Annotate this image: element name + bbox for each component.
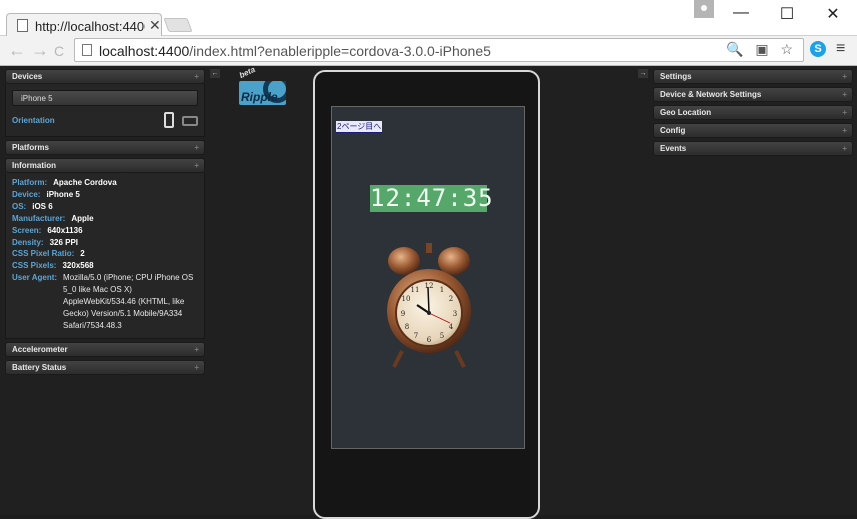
logo-name: Ripple: [241, 90, 278, 104]
device-frame: 2ページ目へ 12:47:35 12 1 2 3 4 5 6 7 8 9 10 …: [313, 70, 540, 519]
reload-button[interactable]: C: [54, 43, 64, 59]
svg-text:5: 5: [440, 332, 444, 340]
orientation-label: Orientation: [12, 116, 55, 125]
geo-location-header[interactable]: Geo Location +: [653, 105, 853, 120]
expand-icon[interactable]: +: [194, 143, 199, 152]
browser-toolbar: ← → C localhost:4400/index.html?enableri…: [0, 36, 857, 66]
svg-text:6: 6: [427, 336, 432, 344]
expand-icon[interactable]: +: [194, 345, 199, 354]
tab-close-icon[interactable]: ✕: [149, 17, 161, 34]
events-header[interactable]: Events +: [653, 141, 853, 156]
info-row: Device: iPhone 5: [12, 189, 80, 199]
devices-header[interactable]: Devices +: [5, 69, 205, 84]
info-row: Screen: 640x1136: [12, 225, 83, 235]
portrait-icon[interactable]: [164, 112, 174, 128]
svg-text:3: 3: [453, 310, 457, 318]
browser-tab[interactable]: http://localhost:4400 ✕: [6, 13, 162, 37]
svg-text:7: 7: [414, 332, 418, 340]
url-text: localhost:4400/index.html?enableripple=c…: [99, 43, 491, 59]
page-icon: [17, 19, 28, 32]
info-row: Density: 326 PPI: [12, 237, 79, 247]
page-icon: [82, 44, 92, 56]
info-row: CSS Pixel Ratio: 2: [12, 249, 85, 259]
skype-extension-icon[interactable]: S: [810, 41, 826, 57]
device-network-settings-header[interactable]: Device & Network Settings +: [653, 87, 853, 102]
browser-titlebar: http://localhost:4400 ✕ — ☐ ✕: [0, 0, 857, 37]
information-section: Platform: Apache Cordova Device: iPhone 5 …: [5, 173, 205, 339]
address-bar[interactable]: localhost:4400/index.html?enableripple=c…: [74, 38, 804, 62]
new-tab-button[interactable]: [163, 18, 193, 32]
info-row: Manufacturer: Apple: [12, 213, 94, 223]
svg-text:8: 8: [405, 323, 409, 331]
accelerometer-header[interactable]: Accelerometer +: [5, 341, 205, 357]
forward-button[interactable]: →: [31, 40, 49, 61]
ripple-emulator: Devices + iPhone 5 Orientation Platforms +…: [0, 64, 857, 519]
expand-icon[interactable]: +: [842, 72, 847, 81]
expand-icon[interactable]: +: [842, 108, 847, 117]
info-row: CSS Pixels: 320x568: [12, 261, 94, 271]
expand-icon[interactable]: +: [842, 90, 847, 99]
tab-title: http://localhost:4400: [35, 19, 145, 34]
user-profile-icon[interactable]: [694, 0, 714, 18]
devices-section: iPhone 5 Orientation: [5, 84, 205, 137]
svg-text:12: 12: [425, 282, 434, 290]
collapse-left-arrow-icon[interactable]: ←: [210, 69, 220, 78]
menu-icon[interactable]: ≡: [836, 40, 845, 58]
svg-text:4: 4: [449, 323, 454, 331]
info-row: OS: iOS 6: [12, 201, 53, 211]
expand-icon[interactable]: +: [842, 126, 847, 135]
device-select[interactable]: iPhone 5: [12, 90, 198, 106]
svg-text:2: 2: [449, 295, 453, 303]
svg-text:9: 9: [401, 310, 405, 318]
information-header[interactable]: Information +: [5, 158, 205, 173]
config-header[interactable]: Config +: [653, 123, 853, 138]
minimize-button[interactable]: —: [718, 4, 764, 22]
info-row: Platform: Apache Cordova: [12, 178, 117, 187]
maximize-button[interactable]: ☐: [764, 4, 810, 24]
device-screen: 2ページ目へ 12:47:35 12 1 2 3 4 5 6 7 8 9 10 …: [331, 106, 525, 449]
digital-clock: 12:47:35: [370, 184, 494, 212]
platforms-header[interactable]: Platforms +: [5, 140, 205, 155]
expand-icon[interactable]: +: [842, 144, 847, 153]
next-page-link[interactable]: 2ページ目へ: [336, 121, 383, 133]
user-agent-row: User Agent: Mozilla/5.0 (iPhone; CPU iPho…: [12, 273, 194, 330]
svg-text:10: 10: [402, 295, 411, 303]
settings-header[interactable]: Settings +: [653, 69, 853, 84]
expand-icon[interactable]: +: [194, 72, 199, 81]
orientation-row: Orientation: [12, 112, 198, 132]
left-panel: Devices + iPhone 5 Orientation Platforms +…: [5, 66, 205, 375]
svg-text:11: 11: [411, 286, 420, 294]
collapse-right-arrow-icon[interactable]: →: [638, 69, 648, 78]
battery-status-header[interactable]: Battery Status +: [5, 359, 205, 375]
expand-icon[interactable]: +: [194, 161, 199, 170]
svg-text:1: 1: [440, 286, 444, 294]
right-panel: Settings + Device & Network Settings + Geo…: [653, 66, 853, 156]
expand-icon[interactable]: +: [194, 363, 199, 372]
landscape-icon[interactable]: [182, 116, 198, 126]
back-button[interactable]: ←: [8, 40, 26, 61]
omnibox-icons[interactable]: 🔍 ▣ ☆: [726, 41, 797, 58]
logo-beta: beta: [237, 64, 257, 81]
close-window-button[interactable]: ✕: [810, 4, 856, 24]
alarm-clock-icon: 12 12 3 45 6 78 9 1011: [387, 243, 471, 368]
ripple-logo: beta Ripple: [237, 64, 287, 106]
